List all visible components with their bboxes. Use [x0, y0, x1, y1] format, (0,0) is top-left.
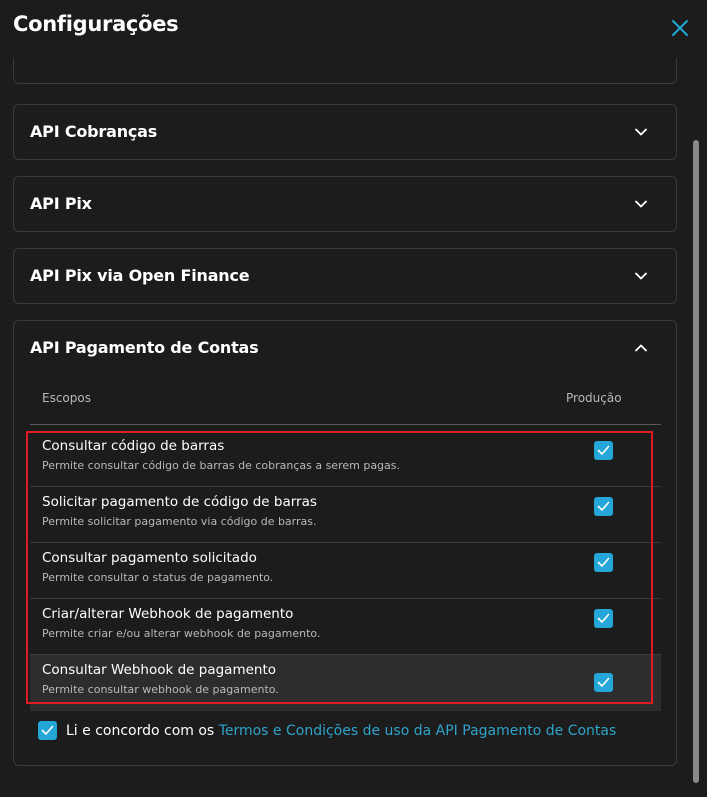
- section-title: API Pix: [30, 194, 92, 213]
- settings-scroll-area[interactable]: API Cobranças API Pix API Pix via Open F…: [0, 58, 690, 797]
- terms-text: Li e concordo com os Termos e Condições …: [66, 723, 616, 739]
- scope-description: Permite consultar código de barras de co…: [42, 459, 401, 472]
- check-icon: [597, 613, 610, 623]
- scope-title: Consultar pagamento solicitado: [42, 550, 257, 566]
- chevron-down-icon: [635, 272, 647, 280]
- section-header-api-pix-open-finance[interactable]: API Pix via Open Finance: [14, 249, 676, 303]
- page-title: Configurações: [13, 12, 179, 36]
- scope-row: Criar/alterar Webhook de pagamento Permi…: [30, 599, 661, 655]
- scope-title: Criar/alterar Webhook de pagamento: [42, 606, 294, 622]
- check-icon: [597, 677, 610, 687]
- check-icon: [597, 445, 610, 455]
- production-checkbox[interactable]: [594, 497, 613, 516]
- chevron-down-icon: [635, 128, 647, 136]
- production-checkbox[interactable]: [594, 673, 613, 692]
- section-header-api-pagamento-contas[interactable]: API Pagamento de Contas: [14, 321, 676, 375]
- close-icon: [672, 20, 688, 36]
- section-header-api-pix[interactable]: API Pix: [14, 177, 676, 231]
- check-icon: [597, 557, 610, 567]
- production-checkbox[interactable]: [594, 553, 613, 572]
- column-header-production: Produção: [566, 391, 622, 405]
- section-api-cobrancas: API Cobranças: [13, 104, 677, 160]
- scope-row: Solicitar pagamento de código de barras …: [30, 487, 661, 543]
- production-checkbox[interactable]: [594, 441, 613, 460]
- scope-row: Consultar Webhook de pagamento Permite c…: [30, 655, 661, 711]
- scope-title: Consultar código de barras: [42, 438, 225, 454]
- section-title: API Pix via Open Finance: [30, 266, 250, 285]
- scope-title: Consultar Webhook de pagamento: [42, 662, 277, 678]
- column-header-scopes: Escopos: [42, 391, 91, 405]
- close-button[interactable]: [670, 18, 690, 38]
- section-header-api-cobrancas[interactable]: API Cobranças: [14, 105, 676, 159]
- modal-header: Configurações: [0, 0, 707, 58]
- scope-description: Permite solicitar pagamento via código d…: [42, 515, 317, 528]
- chevron-down-icon: [635, 200, 647, 208]
- scope-row: Consultar pagamento solicitado Permite c…: [30, 543, 661, 599]
- scopes-table-header: Escopos Produção: [30, 391, 661, 425]
- terms-label: Li e concordo com os: [66, 723, 215, 739]
- check-icon: [41, 725, 54, 735]
- scrollbar-thumb[interactable]: [693, 140, 699, 783]
- scope-title: Solicitar pagamento de código de barras: [42, 494, 317, 510]
- scope-description: Permite consultar webhook de pagamento.: [42, 683, 279, 696]
- section-api-pix: API Pix: [13, 176, 677, 232]
- terms-checkbox[interactable]: [38, 721, 57, 740]
- section-api-pix-open-finance: API Pix via Open Finance: [13, 248, 677, 304]
- section-api-pagamento-contas: API Pagamento de Contas Escopos Produção…: [13, 320, 677, 766]
- chevron-up-icon: [635, 344, 647, 352]
- scope-description: Permite criar e/ou alterar webhook de pa…: [42, 627, 321, 640]
- section-title: API Cobranças: [30, 122, 158, 141]
- check-icon: [597, 501, 610, 511]
- section-title: API Pagamento de Contas: [30, 338, 259, 357]
- previous-section-card: [13, 58, 677, 84]
- scope-row: Consultar código de barras Permite consu…: [30, 431, 661, 487]
- terms-link[interactable]: Termos e Condições de uso da API Pagamen…: [219, 723, 617, 739]
- production-checkbox[interactable]: [594, 609, 613, 628]
- scope-description: Permite consultar o status de pagamento.: [42, 571, 274, 584]
